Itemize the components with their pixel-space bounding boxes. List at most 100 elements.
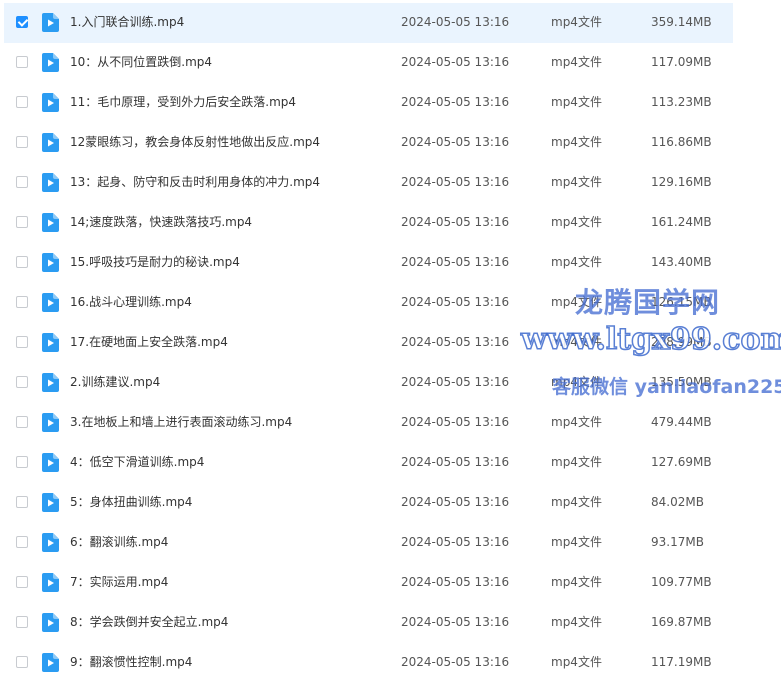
row-checkbox[interactable] bbox=[16, 296, 28, 308]
file-row[interactable]: 8：学会跌倒并安全起立.mp4 2024-05-05 13:16 mp4文件 1… bbox=[0, 602, 781, 642]
file-type: mp4文件 bbox=[551, 375, 602, 389]
file-name[interactable]: 7：实际运用.mp4 bbox=[70, 574, 168, 590]
file-name[interactable]: 3.在地板上和墙上进行表面滚动练习.mp4 bbox=[70, 414, 292, 430]
row-checkbox[interactable] bbox=[16, 576, 28, 588]
file-row[interactable]: 14;速度跌落，快速跌落技巧.mp4 2024-05-05 13:16 mp4文… bbox=[0, 202, 781, 242]
row-checkbox[interactable] bbox=[16, 616, 28, 628]
file-name[interactable]: 14;速度跌落，快速跌落技巧.mp4 bbox=[70, 214, 252, 230]
file-modified-date: 2024-05-05 13:16 bbox=[401, 335, 510, 349]
file-name[interactable]: 6：翻滚训练.mp4 bbox=[70, 534, 168, 550]
file-row[interactable]: 2.训练建议.mp4 2024-05-05 13:16 mp4文件 135.50… bbox=[0, 362, 781, 402]
file-modified-date: 2024-05-05 13:16 bbox=[401, 415, 510, 429]
video-file-icon bbox=[42, 333, 59, 352]
file-modified-date: 2024-05-05 13:16 bbox=[401, 255, 510, 269]
file-modified-date: 2024-05-05 13:16 bbox=[401, 495, 510, 509]
file-row[interactable]: 12蒙眼练习，教会身体反射性地做出反应.mp4 2024-05-05 13:16… bbox=[0, 122, 781, 162]
file-type: mp4文件 bbox=[551, 415, 602, 429]
file-name[interactable]: 11：毛巾原理，受到外力后安全跌落.mp4 bbox=[70, 94, 296, 110]
file-type: mp4文件 bbox=[551, 135, 602, 149]
file-type: mp4文件 bbox=[551, 615, 602, 629]
file-size: 117.19MB bbox=[651, 655, 712, 669]
file-name[interactable]: 1.入门联合训练.mp4 bbox=[70, 14, 184, 30]
row-checkbox[interactable] bbox=[16, 216, 28, 228]
file-name[interactable]: 17.在硬地面上安全跌落.mp4 bbox=[70, 334, 228, 350]
video-file-icon bbox=[42, 213, 59, 232]
row-checkbox-checked[interactable] bbox=[16, 16, 28, 28]
file-row[interactable]: 7：实际运用.mp4 2024-05-05 13:16 mp4文件 109.77… bbox=[0, 562, 781, 602]
file-row[interactable]: 1.入门联合训练.mp4 2024-05-05 13:16 mp4文件 359.… bbox=[0, 2, 781, 43]
file-row[interactable]: 10：从不同位置跌倒.mp4 2024-05-05 13:16 mp4文件 11… bbox=[0, 42, 781, 82]
file-type: mp4文件 bbox=[551, 215, 602, 229]
file-modified-date: 2024-05-05 13:16 bbox=[401, 135, 510, 149]
file-row[interactable]: 4：低空下滑道训练.mp4 2024-05-05 13:16 mp4文件 127… bbox=[0, 442, 781, 482]
file-row[interactable]: 13：起身、防守和反击时利用身体的冲力.mp4 2024-05-05 13:16… bbox=[0, 162, 781, 202]
file-modified-date: 2024-05-05 13:16 bbox=[401, 615, 510, 629]
file-type: mp4文件 bbox=[551, 655, 602, 669]
file-name[interactable]: 8：学会跌倒并安全起立.mp4 bbox=[70, 614, 228, 630]
file-size: 117.09MB bbox=[651, 55, 712, 69]
file-size: 93.17MB bbox=[651, 535, 704, 549]
file-name[interactable]: 2.训练建议.mp4 bbox=[70, 374, 160, 390]
file-size: 208.99MB bbox=[651, 335, 712, 349]
row-checkbox[interactable] bbox=[16, 496, 28, 508]
file-size: 143.40MB bbox=[651, 255, 712, 269]
row-checkbox[interactable] bbox=[16, 56, 28, 68]
row-checkbox[interactable] bbox=[16, 536, 28, 548]
row-checkbox[interactable] bbox=[16, 96, 28, 108]
file-name[interactable]: 13：起身、防守和反击时利用身体的冲力.mp4 bbox=[70, 174, 320, 190]
file-modified-date: 2024-05-05 13:16 bbox=[401, 215, 510, 229]
file-size: 127.69MB bbox=[651, 455, 712, 469]
video-file-icon bbox=[42, 173, 59, 192]
file-modified-date: 2024-05-05 13:16 bbox=[401, 455, 510, 469]
file-list: 1.入门联合训练.mp4 2024-05-05 13:16 mp4文件 359.… bbox=[0, 0, 781, 685]
file-name[interactable]: 9：翻滚惯性控制.mp4 bbox=[70, 654, 192, 670]
file-type: mp4文件 bbox=[551, 175, 602, 189]
video-file-icon bbox=[42, 293, 59, 312]
file-type: mp4文件 bbox=[551, 535, 602, 549]
file-row[interactable]: 11：毛巾原理，受到外力后安全跌落.mp4 2024-05-05 13:16 m… bbox=[0, 82, 781, 122]
file-size: 129.16MB bbox=[651, 175, 712, 189]
file-row[interactable]: 3.在地板上和墙上进行表面滚动练习.mp4 2024-05-05 13:16 m… bbox=[0, 402, 781, 442]
file-name[interactable]: 16.战斗心理训练.mp4 bbox=[70, 294, 192, 310]
row-checkbox[interactable] bbox=[16, 136, 28, 148]
row-checkbox[interactable] bbox=[16, 416, 28, 428]
file-name[interactable]: 5：身体扭曲训练.mp4 bbox=[70, 494, 192, 510]
file-type: mp4文件 bbox=[551, 255, 602, 269]
file-row[interactable]: 5：身体扭曲训练.mp4 2024-05-05 13:16 mp4文件 84.0… bbox=[0, 482, 781, 522]
file-type: mp4文件 bbox=[551, 295, 602, 309]
file-modified-date: 2024-05-05 13:16 bbox=[401, 55, 510, 69]
file-row[interactable]: 16.战斗心理训练.mp4 2024-05-05 13:16 mp4文件 126… bbox=[0, 282, 781, 322]
file-size: 359.14MB bbox=[651, 15, 712, 29]
video-file-icon bbox=[42, 653, 59, 672]
row-checkbox[interactable] bbox=[16, 456, 28, 468]
video-file-icon bbox=[42, 53, 59, 72]
file-modified-date: 2024-05-05 13:16 bbox=[401, 295, 510, 309]
file-modified-date: 2024-05-05 13:16 bbox=[401, 535, 510, 549]
row-checkbox[interactable] bbox=[16, 176, 28, 188]
file-size: 479.44MB bbox=[651, 415, 712, 429]
file-row[interactable]: 17.在硬地面上安全跌落.mp4 2024-05-05 13:16 mp4文件 … bbox=[0, 322, 781, 362]
video-file-icon bbox=[42, 133, 59, 152]
file-size: 161.24MB bbox=[651, 215, 712, 229]
file-type: mp4文件 bbox=[551, 455, 602, 469]
file-modified-date: 2024-05-05 13:16 bbox=[401, 575, 510, 589]
video-file-icon bbox=[42, 93, 59, 112]
row-checkbox[interactable] bbox=[16, 656, 28, 668]
file-row[interactable]: 9：翻滚惯性控制.mp4 2024-05-05 13:16 mp4文件 117.… bbox=[0, 642, 781, 682]
file-row[interactable]: 6：翻滚训练.mp4 2024-05-05 13:16 mp4文件 93.17M… bbox=[0, 522, 781, 562]
file-type: mp4文件 bbox=[551, 95, 602, 109]
row-checkbox[interactable] bbox=[16, 256, 28, 268]
file-size: 109.77MB bbox=[651, 575, 712, 589]
file-name[interactable]: 10：从不同位置跌倒.mp4 bbox=[70, 54, 212, 70]
video-file-icon bbox=[42, 253, 59, 272]
file-name[interactable]: 12蒙眼练习，教会身体反射性地做出反应.mp4 bbox=[70, 134, 320, 150]
file-name[interactable]: 4：低空下滑道训练.mp4 bbox=[70, 454, 204, 470]
file-size: 169.87MB bbox=[651, 615, 712, 629]
file-row[interactable]: 15.呼吸技巧是耐力的秘诀.mp4 2024-05-05 13:16 mp4文件… bbox=[0, 242, 781, 282]
row-checkbox[interactable] bbox=[16, 336, 28, 348]
row-checkbox[interactable] bbox=[16, 376, 28, 388]
file-name[interactable]: 15.呼吸技巧是耐力的秘诀.mp4 bbox=[70, 254, 240, 270]
file-type: mp4文件 bbox=[551, 15, 602, 29]
file-modified-date: 2024-05-05 13:16 bbox=[401, 95, 510, 109]
video-file-icon bbox=[42, 533, 59, 552]
